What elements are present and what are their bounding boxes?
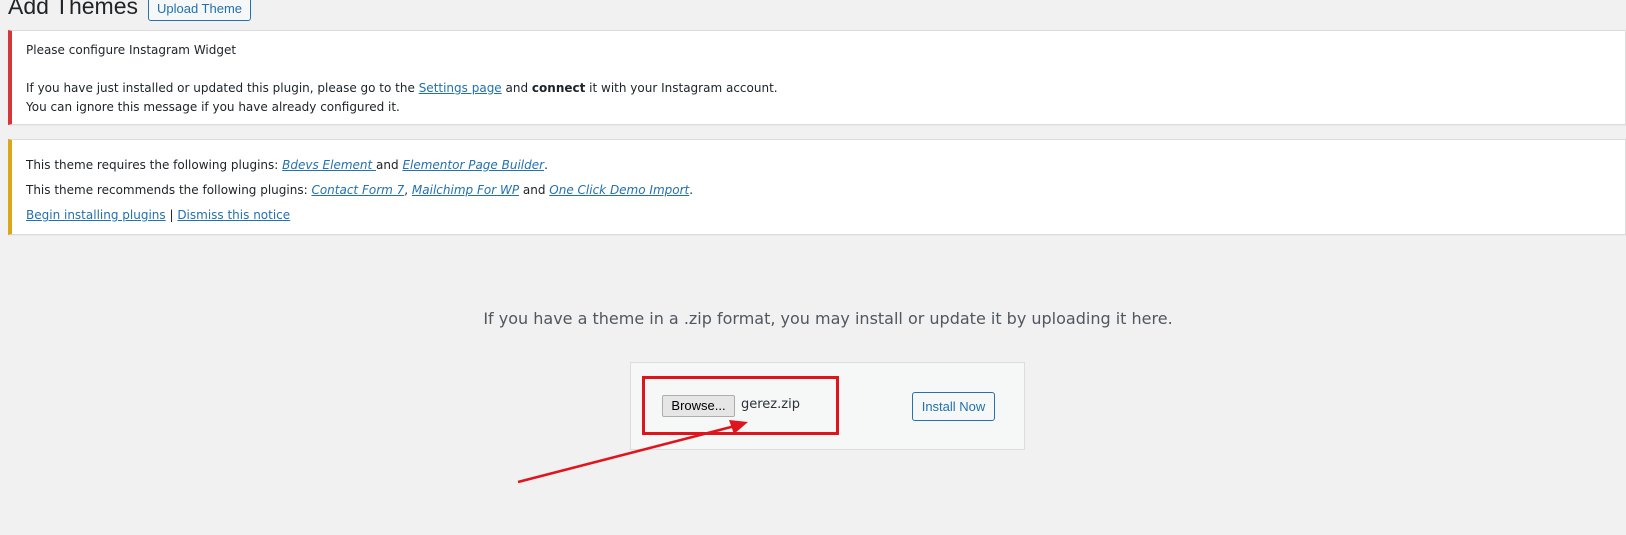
plugin-recommended-line: This theme recommends the following plug… [26, 181, 1625, 200]
instagram-notice-title: Please configure Instagram Widget [26, 43, 237, 57]
plugin-notice: This theme requires the following plugin… [8, 139, 1626, 235]
dismiss-notice-link[interactable]: Dismiss this notice [177, 208, 290, 222]
install-now-button[interactable]: Install Now [912, 392, 995, 421]
one-click-demo-import-link[interactable]: One Click Demo Import [549, 183, 689, 197]
period: . [689, 183, 694, 197]
contact-form-7-link[interactable]: Contact Form 7 [311, 183, 404, 197]
instagram-notice-connect: connect [531, 81, 586, 95]
plugin-actions-line: Begin installing plugins | Dismiss this … [26, 206, 1625, 225]
elementor-link[interactable]: Elementor Page Builder [402, 158, 544, 172]
upload-form: Browse... gerez.zip Install Now [630, 362, 1025, 450]
requires-text: This theme requires the following plugin… [26, 158, 283, 172]
and-text: and [519, 183, 550, 197]
selected-file-name: gerez.zip [741, 397, 800, 412]
settings-page-link[interactable]: Settings page [419, 81, 502, 95]
browse-button[interactable]: Browse... [662, 395, 735, 417]
upload-description: If you have a theme in a .zip format, yo… [483, 309, 1173, 328]
recommends-text: This theme recommends the following plug… [26, 183, 312, 197]
upload-theme-button[interactable]: Upload Theme [147, 0, 252, 21]
instagram-notice-line1: If you have just installed or updated th… [26, 79, 1625, 98]
instagram-notice-text-and: and [501, 81, 532, 95]
begin-installing-link[interactable]: Begin installing plugins [26, 208, 166, 222]
page-header: Add Themes Upload Theme [8, 0, 252, 22]
period: . [544, 158, 548, 172]
instagram-notice-line2: You can ignore this message if you have … [26, 100, 400, 114]
plugin-required-line: This theme requires the following plugin… [26, 156, 1625, 175]
instagram-notice-text: If you have just installed or updated th… [26, 81, 419, 95]
comma: , [404, 183, 412, 197]
page-title: Add Themes [8, 0, 138, 19]
separator: | [165, 208, 178, 222]
instagram-notice-text-end: it with your Instagram account. [585, 81, 778, 95]
mailchimp-link[interactable]: Mailchimp For WP [412, 183, 519, 197]
requires-and-text: and [376, 158, 403, 172]
bdevs-element-link[interactable]: Bdevs Element [282, 158, 376, 172]
instagram-notice: Please configure Instagram Widget If you… [8, 30, 1626, 125]
